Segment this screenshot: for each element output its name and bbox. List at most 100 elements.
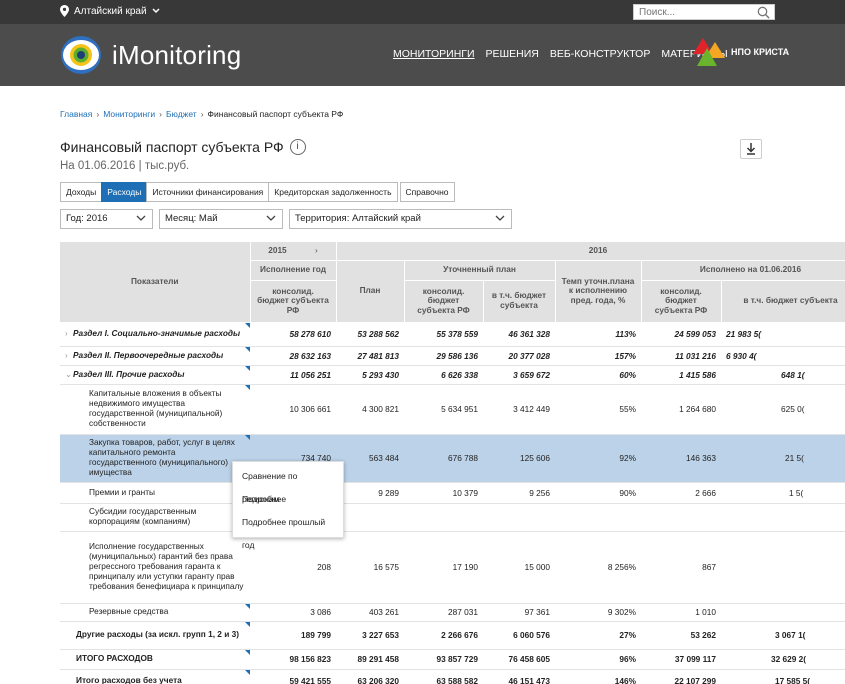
chevron-down-icon xyxy=(136,215,146,221)
tab-expenses[interactable]: Расходы xyxy=(101,182,148,202)
breadcrumb-separator: › xyxy=(159,109,162,119)
row-label: Раздел III. Прочие расходы xyxy=(73,368,185,379)
tab-creditor-debt[interactable]: Кредиторская задолженность xyxy=(268,182,398,202)
corner-marker-icon[interactable] xyxy=(245,322,250,328)
header-sub-consol: консолид. бюджет субъекта РФ xyxy=(404,280,484,323)
corner-marker-icon[interactable] xyxy=(245,384,250,390)
cell: 21 5( xyxy=(721,434,845,483)
region-label: Алтайский край xyxy=(74,5,147,17)
cell: 6 626 338 xyxy=(404,365,483,385)
chevron-down-icon[interactable]: ⌄ xyxy=(65,369,73,380)
cell: 21 983 5( xyxy=(721,322,845,347)
corner-marker-icon[interactable] xyxy=(245,603,250,609)
cell: 92% xyxy=(555,434,641,483)
row-label: Итого расходов без учета xyxy=(76,675,182,684)
header-indicators: Показатели xyxy=(60,242,251,323)
corner-marker-icon[interactable] xyxy=(245,434,250,440)
cell: 76 458 605 xyxy=(483,649,555,670)
cell xyxy=(721,531,845,604)
header-executed: Исполнено на 01.06.2016 xyxy=(641,260,845,281)
menu-item-compare-regions[interactable]: Сравнение по регионам xyxy=(233,465,343,504)
menu-item-details[interactable]: Подробнее xyxy=(233,488,343,511)
table-row[interactable]: Исполнение государственных (муниципальны… xyxy=(60,531,845,604)
breadcrumb-current: Финансовый паспорт субъекта РФ xyxy=(207,109,344,119)
table-row[interactable]: Другие расходы (за искл. групп 1, 2 и 3)… xyxy=(60,621,845,650)
cell: 676 788 xyxy=(404,434,483,483)
search-input[interactable] xyxy=(634,5,752,19)
logo[interactable]: iMonitoring xyxy=(60,35,241,75)
table-row[interactable]: › Раздел I. Социально-значимые расходы 58… xyxy=(60,322,845,347)
main-nav: МОНИТОРИНГИ РЕШЕНИЯ ВЕБ-КОНСТРУКТОР МАТЕ… xyxy=(393,48,728,60)
table-row[interactable]: Премии и гранты 9 289 10 379 9 256 90% 2… xyxy=(60,482,845,504)
tab-income[interactable]: Доходы xyxy=(60,182,103,202)
cell: 98 156 823 xyxy=(250,649,336,670)
cell: 32 629 2( xyxy=(721,649,845,670)
cell: 37 099 117 xyxy=(641,649,721,670)
partner-logo[interactable]: НПО КРИСТА xyxy=(693,38,789,66)
download-icon xyxy=(746,143,756,155)
month-select[interactable]: Месяц: Май xyxy=(159,209,283,229)
cell xyxy=(641,503,721,532)
cell: 1 5( xyxy=(721,482,845,504)
corner-marker-icon[interactable] xyxy=(245,669,250,675)
corner-marker-icon[interactable] xyxy=(245,346,250,352)
brand-name: iMonitoring xyxy=(112,39,242,70)
corner-marker-icon[interactable] xyxy=(245,365,250,371)
territory-select[interactable]: Территория: Алтайский край xyxy=(289,209,512,229)
table-row[interactable]: ИТОГО РАСХОДОВ 98 156 823 89 291 458 93 … xyxy=(60,649,845,670)
cell: 146% xyxy=(555,669,641,684)
menu-item-details-last-year[interactable]: Подробнее прошлый год xyxy=(233,511,343,550)
nav-web-constructor[interactable]: ВЕБ-КОНСТРУКТОР xyxy=(550,48,650,60)
tab-reference[interactable]: Справочно xyxy=(399,182,455,202)
cell: 28 632 163 xyxy=(250,346,336,366)
cell: 125 606 xyxy=(483,434,555,483)
year-select[interactable]: Год: 2016 xyxy=(60,209,153,229)
page-subtitle: На 01.06.2016 | тыс.руб. xyxy=(60,160,190,172)
top-bar: Алтайский край xyxy=(0,0,845,24)
cell: 60% xyxy=(555,365,641,385)
cell: 63 588 582 xyxy=(404,669,483,684)
eye-logo-icon xyxy=(61,36,101,74)
chevron-down-icon xyxy=(152,8,160,14)
table-row-selected[interactable]: Закупка товаров, работ, услуг в целях ка… xyxy=(60,434,845,483)
section-tabs: Доходы Расходы Источники финансирования … xyxy=(60,182,455,202)
chevron-right-icon[interactable]: › xyxy=(65,350,73,361)
corner-marker-icon[interactable] xyxy=(245,621,250,627)
cell: 1 415 586 xyxy=(641,365,721,385)
table-row[interactable]: Капитальные вложения в объекты недвижимо… xyxy=(60,384,845,435)
table-row[interactable]: Итого расходов без учета 59 421 555 63 2… xyxy=(60,669,845,684)
cell: 157% xyxy=(555,346,641,366)
chevron-right-icon[interactable]: › xyxy=(65,328,73,339)
breadcrumb-budget[interactable]: Бюджет xyxy=(166,109,197,119)
table-row[interactable]: Субсидии государственным корпорациям (ко… xyxy=(60,503,845,532)
header-rate: Темп уточн.плана к исполнению пред. года… xyxy=(555,260,642,323)
tab-financing-sources[interactable]: Источники финансирования xyxy=(146,182,270,202)
header-year-2015[interactable]: 2015 › xyxy=(250,242,337,261)
table-row[interactable]: › Раздел II. Первоочередные расходы 28 63… xyxy=(60,346,845,366)
cell: 867 xyxy=(641,531,721,604)
cell: 8 256% xyxy=(555,531,641,604)
chevron-right-icon: › xyxy=(315,244,318,255)
filters: Год: 2016 Месяц: Май Территория: Алтайск… xyxy=(60,209,512,229)
cell: 46 151 473 xyxy=(483,669,555,684)
nav-monitorings[interactable]: МОНИТОРИНГИ xyxy=(393,48,475,60)
row-label: Исполнение государственных (муниципальны… xyxy=(89,541,244,591)
breadcrumb-home[interactable]: Главная xyxy=(60,109,92,119)
table-row[interactable]: Резервные средства 3 086 403 261 287 031… xyxy=(60,603,845,622)
table-row[interactable]: ⌄Раздел III. Прочие расходы 11 056 251 5… xyxy=(60,365,845,385)
breadcrumb-monitorings[interactable]: Мониторинги xyxy=(103,109,155,119)
header-exec-year: Исполнение год xyxy=(250,260,337,281)
header-sub-subject: в т.ч. бюджет субъекта xyxy=(721,280,845,323)
nav-solutions[interactable]: РЕШЕНИЯ xyxy=(486,48,539,60)
search-icon[interactable] xyxy=(757,6,770,19)
header-refined-plan: Уточненный план xyxy=(404,260,556,281)
cell: 113% xyxy=(555,322,641,347)
year-select-value: Год: 2016 xyxy=(66,213,108,224)
cell: 55% xyxy=(555,384,641,435)
corner-marker-icon[interactable] xyxy=(245,649,250,655)
region-selector[interactable]: Алтайский край xyxy=(60,5,160,17)
cell: 2 666 xyxy=(641,482,721,504)
download-button[interactable] xyxy=(740,139,762,159)
cell: 27 481 813 xyxy=(336,346,404,366)
info-icon[interactable]: i xyxy=(289,139,306,155)
